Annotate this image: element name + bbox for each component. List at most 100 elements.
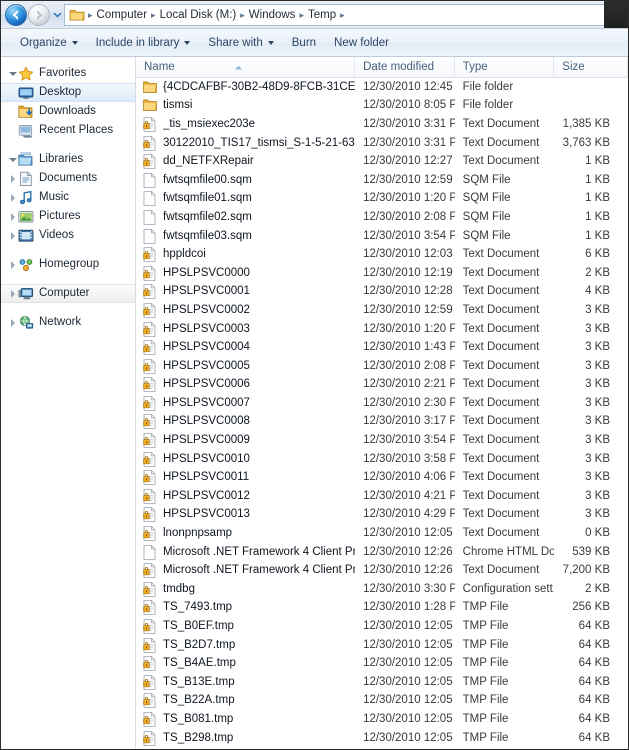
table-row[interactable]: fwtsqmfile02.sqm 12/30/2010 2:08 PM SQM Fi… (136, 208, 628, 227)
table-row[interactable]: lnonpnpsamp 12/30/2010 12:05 ... Text Docu… (136, 524, 628, 543)
table-row[interactable]: HPSLPSVC0006 12/30/2010 2:21 PM Text Docum… (136, 376, 628, 395)
file-name-cell[interactable]: TS_B2D7.tmp (136, 637, 355, 653)
sidebar-item-videos[interactable]: Videos (1, 226, 135, 245)
file-name-cell[interactable]: _tis_msiexec203e (136, 117, 355, 132)
file-name-cell[interactable]: TS_B081.tmp (136, 712, 355, 727)
twisty-expand-icon[interactable] (7, 212, 18, 221)
table-row[interactable]: TS_B0EF.tmp 12/30/2010 12:05 ... TMP File 6… (136, 617, 628, 636)
file-name-cell[interactable]: dd_NETFXRepair (136, 154, 355, 170)
table-row[interactable]: hppldcoi 12/30/2010 12:03 ... Text Documen… (136, 245, 628, 264)
twisty-expand-icon[interactable] (7, 193, 18, 202)
table-row[interactable]: dd_NETFXRepair 12/30/2010 12:27 ... Text D… (136, 152, 628, 171)
file-name-cell[interactable]: fwtsqmfile03.sqm (136, 228, 355, 244)
sidebar-item-documents[interactable]: Documents (1, 169, 135, 188)
table-row[interactable]: fwtsqmfile01.sqm 12/30/2010 1:20 PM SQM Fi… (136, 190, 628, 209)
table-row[interactable]: HPSLPSVC0011 12/30/2010 4:06 PM Text Docum… (136, 468, 628, 487)
column-header-name[interactable]: Name (136, 57, 356, 77)
table-row[interactable]: TS_B4AE.tmp 12/30/2010 12:05 ... TMP File 6… (136, 654, 628, 673)
table-row[interactable]: TS_B22A.tmp 12/30/2010 12:05 ... TMP File 6… (136, 692, 628, 711)
file-name-cell[interactable]: Microsoft .NET Framework 4 Client Profil… (136, 563, 355, 579)
file-name-cell[interactable]: HPSLPSVC0008 (136, 414, 355, 430)
table-row[interactable]: HPSLPSVC0000 12/30/2010 12:19 ... Text Doc… (136, 264, 628, 283)
forward-button[interactable] (28, 3, 50, 26)
file-name-cell[interactable]: TS_B22A.tmp (136, 693, 355, 709)
table-row[interactable]: HPSLPSVC0013 12/30/2010 4:29 PM Text Docum… (136, 506, 628, 525)
column-header-type[interactable]: Type (455, 57, 555, 77)
file-name-cell[interactable]: 30122010_TIS17_tismsi_S-1-5-21-6307523..… (136, 135, 355, 151)
table-row[interactable]: TS_7493.tmp 12/30/2010 1:28 PM TMP File 256… (136, 599, 628, 618)
table-row[interactable]: TS_B13E.tmp 12/30/2010 12:05 ... TMP File 6… (136, 673, 628, 692)
table-row[interactable]: HPSLPSVC0007 12/30/2010 2:30 PM Text Docum… (136, 394, 628, 413)
table-row[interactable]: fwtsqmfile03.sqm 12/30/2010 3:54 PM SQM Fi… (136, 227, 628, 246)
file-name-cell[interactable]: TS_7493.tmp (136, 600, 355, 616)
file-name-cell[interactable]: fwtsqmfile01.sqm (136, 191, 355, 207)
table-row[interactable]: {4CDCAFBF-30B2-48D9-8FCB-31CEAEEB... 12/3… (136, 78, 628, 97)
twisty-expand-icon[interactable] (7, 174, 18, 183)
file-name-cell[interactable]: HPSLPSVC0006 (136, 377, 355, 393)
table-row[interactable]: fwtsqmfile00.sqm 12/30/2010 12:59 ... SQM … (136, 171, 628, 190)
file-name-cell[interactable]: HPSLPSVC0007 (136, 395, 355, 411)
twisty-expand-icon[interactable] (7, 231, 18, 240)
file-name-cell[interactable]: HPSLPSVC0012 (136, 488, 355, 504)
file-name-cell[interactable]: HPSLPSVC0011 (136, 470, 355, 486)
table-row[interactable]: HPSLPSVC0008 12/30/2010 3:17 PM Text Docum… (136, 413, 628, 432)
table-row[interactable]: TS_B298.tmp 12/30/2010 12:05 ... TMP File 6… (136, 729, 628, 748)
file-name-cell[interactable]: TS_B4AE.tmp (136, 656, 355, 672)
file-list[interactable]: {4CDCAFBF-30B2-48D9-8FCB-31CEAEEB... 12/3… (136, 78, 628, 749)
twisty-expand-icon[interactable] (7, 318, 18, 327)
table-row[interactable]: Microsoft .NET Framework 4 Client Profil… (136, 561, 628, 580)
file-name-cell[interactable]: fwtsqmfile00.sqm (136, 172, 355, 188)
file-name-cell[interactable]: tismsi (136, 98, 355, 113)
twisty-expand-icon[interactable] (7, 260, 18, 269)
table-row[interactable]: HPSLPSVC0005 12/30/2010 2:08 PM Text Docum… (136, 357, 628, 376)
breadcrumb-item-computer[interactable]: Computer (94, 6, 151, 24)
file-name-cell[interactable]: TS_B13E.tmp (136, 674, 355, 690)
sidebar-item-network[interactable]: Network (1, 313, 135, 332)
file-name-cell[interactable]: tmdbg (136, 581, 355, 597)
breadcrumb-item-windows[interactable]: Windows (246, 6, 299, 24)
breadcrumb-bar[interactable]: ▸ Computer ▸ Local Disk (M:) ▸ Windows ▸… (64, 3, 622, 26)
file-name-cell[interactable]: HPSLPSVC0002 (136, 303, 355, 318)
table-row[interactable]: HPSLPSVC0009 12/30/2010 3:54 PM Text Docum… (136, 431, 628, 450)
table-row[interactable]: HPSLPSVC0004 12/30/2010 1:43 PM Text Docum… (136, 338, 628, 357)
table-row[interactable]: HPSLPSVC0010 12/30/2010 3:58 PM Text Docum… (136, 450, 628, 469)
file-name-cell[interactable]: Microsoft .NET Framework 4 Client Profil… (136, 544, 355, 560)
table-row[interactable]: HPSLPSVC0012 12/30/2010 4:21 PM Text Docum… (136, 487, 628, 506)
twisty-collapse-icon[interactable] (7, 71, 18, 76)
file-name-cell[interactable]: TS_B298.tmp (136, 730, 355, 746)
table-row[interactable]: TS_B355.tmp12/30/2010 12:05 ...TMP File6… (136, 747, 628, 749)
file-name-cell[interactable]: HPSLPSVC0005 (136, 358, 355, 374)
sidebar-item-libraries[interactable]: Libraries (1, 150, 135, 169)
sidebar-item-recent-places[interactable]: Recent Places (1, 121, 135, 140)
column-header-date-modified[interactable]: Date modified (355, 57, 455, 77)
sidebar-item-favorites[interactable]: Favorites (1, 64, 135, 83)
table-row[interactable]: 30122010_TIS17_tismsi_S-1-5-21-6307523..… (136, 134, 628, 153)
recent-pages-button[interactable] (51, 4, 64, 26)
sidebar-item-music[interactable]: Music (1, 188, 135, 207)
sidebar-item-homegroup[interactable]: Homegroup (1, 255, 135, 274)
table-row[interactable]: tmdbg 12/30/2010 3:30 PM Configuration set… (136, 580, 628, 599)
file-name-cell[interactable]: {4CDCAFBF-30B2-48D9-8FCB-31CEAEEB... (136, 80, 355, 95)
breadcrumb-item-local-disk[interactable]: Local Disk (M:) (157, 6, 240, 24)
twisty-collapse-icon[interactable] (7, 157, 18, 162)
sidebar-item-computer[interactable]: Computer (1, 284, 135, 303)
twisty-expand-icon[interactable] (7, 289, 18, 298)
toolbar-item-include-in-library[interactable]: Include in library (87, 33, 200, 53)
table-row[interactable]: _tis_msiexec203e 12/30/2010 3:31 PM Text D… (136, 115, 628, 134)
file-name-cell[interactable]: hppldcoi (136, 247, 355, 263)
file-name-cell[interactable]: HPSLPSVC0004 (136, 340, 355, 356)
table-row[interactable]: HPSLPSVC0003 12/30/2010 1:20 PM Text Docum… (136, 320, 628, 339)
file-name-cell[interactable]: lnonpnpsamp (136, 526, 355, 541)
toolbar-item-new-folder[interactable]: New folder (325, 33, 398, 53)
column-header-size[interactable]: Size (554, 57, 628, 77)
file-name-cell[interactable]: HPSLPSVC0009 (136, 433, 355, 448)
table-row[interactable]: HPSLPSVC0001 12/30/2010 12:28 ... Text Doc… (136, 283, 628, 302)
table-row[interactable]: TS_B2D7.tmp 12/30/2010 12:05 ... TMP File 6… (136, 636, 628, 655)
table-row[interactable]: TS_B081.tmp 12/30/2010 12:05 ... TMP File 6… (136, 710, 628, 729)
file-name-cell[interactable]: fwtsqmfile02.sqm (136, 210, 355, 225)
breadcrumb-item-temp[interactable]: Temp (305, 6, 339, 24)
file-name-cell[interactable]: HPSLPSVC0010 (136, 451, 355, 467)
breadcrumb-sep-last[interactable]: ▸ (339, 8, 346, 22)
file-name-cell[interactable]: HPSLPSVC0000 (136, 265, 355, 281)
toolbar-item-share-with[interactable]: Share with (199, 33, 282, 53)
